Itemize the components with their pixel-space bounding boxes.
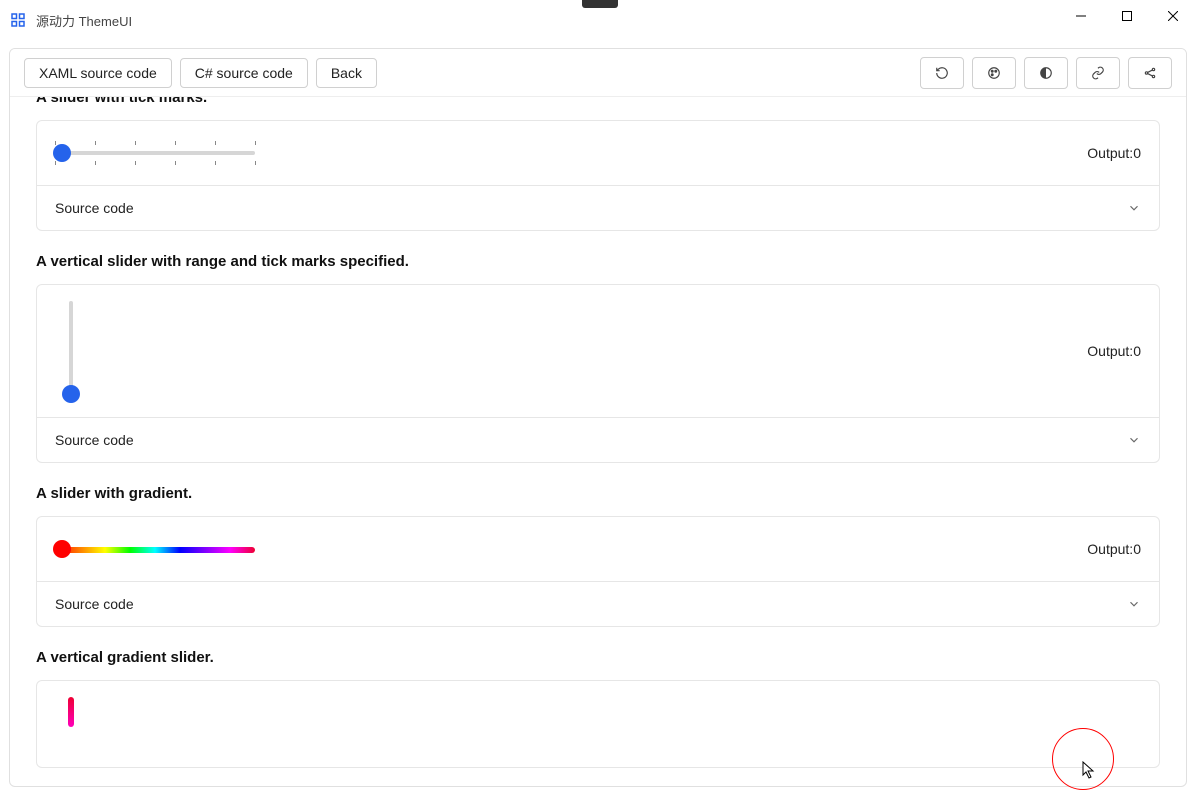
toolbar: XAML source code C# source code Back (10, 49, 1186, 97)
chevron-down-icon (1127, 433, 1141, 447)
app-icon (8, 10, 28, 30)
card-vertical-gradient-slider (36, 680, 1160, 768)
titlebar-top-marker (582, 0, 618, 8)
vertical-slider[interactable] (55, 301, 87, 401)
xaml-source-button[interactable]: XAML source code (24, 58, 172, 88)
source-code-expander[interactable]: Source code (37, 185, 1159, 230)
expander-label: Source code (55, 596, 134, 612)
slider-track-gradient (55, 547, 255, 553)
content-scroll[interactable]: A slider with tick marks. Output:0 Sourc… (10, 97, 1186, 786)
card-body (37, 681, 1159, 767)
close-button[interactable] (1150, 0, 1196, 32)
output-value: 0 (1133, 541, 1141, 557)
slider-thumb[interactable] (53, 144, 71, 162)
output-value: 0 (1133, 343, 1141, 359)
horizontal-slider-ticks[interactable] (55, 137, 255, 169)
output-text: Output: (1087, 541, 1133, 557)
output-label: Output:0 (1087, 541, 1141, 557)
source-code-expander[interactable]: Source code (37, 417, 1159, 462)
vertical-slider-gradient[interactable] (55, 697, 87, 727)
share-button[interactable] (1128, 57, 1172, 89)
expander-label: Source code (55, 432, 134, 448)
chevron-down-icon (1127, 597, 1141, 611)
section-title-vertical-slider: A vertical slider with range and tick ma… (10, 231, 1186, 284)
chevron-down-icon (1127, 201, 1141, 215)
slider-thumb[interactable] (53, 540, 71, 558)
card-body: Output:0 (37, 517, 1159, 581)
titlebar: 源动力 ThemeUI (0, 0, 1196, 40)
maximize-button[interactable] (1104, 0, 1150, 32)
section-title-tick-slider: A slider with tick marks. (10, 97, 1186, 120)
window-title: 源动力 ThemeUI (36, 11, 132, 30)
output-label: Output:0 (1087, 145, 1141, 161)
link-button[interactable] (1076, 57, 1120, 89)
refresh-button[interactable] (920, 57, 964, 89)
card-vertical-slider: Output:0 Source code (36, 284, 1160, 463)
window-controls (1058, 0, 1196, 32)
card-body: Output:0 (37, 121, 1159, 185)
output-value: 0 (1133, 145, 1141, 161)
horizontal-slider-gradient[interactable] (55, 533, 255, 565)
theme-toggle-button[interactable] (1024, 57, 1068, 89)
output-label: Output:0 (1087, 343, 1141, 359)
card-tick-slider: Output:0 Source code (36, 120, 1160, 231)
output-text: Output: (1087, 343, 1133, 359)
slider-thumb[interactable] (62, 385, 80, 403)
card-gradient-slider: Output:0 Source code (36, 516, 1160, 627)
card-body: Output:0 (37, 285, 1159, 417)
csharp-source-button[interactable]: C# source code (180, 58, 308, 88)
section-title-gradient-slider: A slider with gradient. (10, 463, 1186, 516)
minimize-button[interactable] (1058, 0, 1104, 32)
app-frame: XAML source code C# source code Back A s… (9, 48, 1187, 787)
output-text: Output: (1087, 145, 1133, 161)
back-button[interactable]: Back (316, 58, 377, 88)
slider-track-gradient (68, 697, 74, 727)
palette-button[interactable] (972, 57, 1016, 89)
section-title-vertical-gradient-slider: A vertical gradient slider. (10, 627, 1186, 680)
expander-label: Source code (55, 200, 134, 216)
slider-track (55, 151, 255, 155)
source-code-expander[interactable]: Source code (37, 581, 1159, 626)
